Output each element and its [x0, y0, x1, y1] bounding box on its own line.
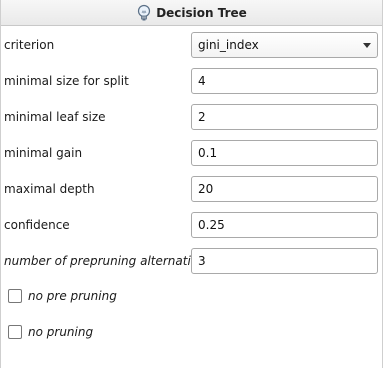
- panel-title: Decision Tree: [156, 5, 247, 20]
- no-pre-pruning-row[interactable]: no pre pruning: [1, 285, 382, 309]
- confidence-input[interactable]: 0.25: [191, 212, 378, 238]
- no-pre-pruning-checkbox[interactable]: [8, 289, 22, 303]
- no-pre-pruning-label[interactable]: no pre pruning: [28, 289, 117, 303]
- max-depth-input[interactable]: 20: [191, 176, 378, 202]
- param-row-confidence: confidence 0.25: [1, 211, 382, 239]
- decision-tree-parameters-panel: Decision Tree criterion gini_index minim…: [0, 0, 383, 368]
- param-row-min-gain: minimal gain 0.1: [1, 139, 382, 167]
- no-pruning-row[interactable]: no pruning: [1, 321, 382, 345]
- param-row-max-depth: maximal depth 20: [1, 175, 382, 203]
- criterion-selected-value: gini_index: [198, 38, 259, 52]
- param-row-min-leaf: minimal leaf size 2: [1, 103, 382, 131]
- param-row-min-split: minimal size for split 4: [1, 67, 382, 95]
- criterion-dropdown[interactable]: gini_index: [191, 32, 378, 58]
- min-leaf-input[interactable]: 2: [191, 104, 378, 130]
- criterion-label: criterion: [4, 38, 55, 52]
- min-gain-label: minimal gain: [4, 146, 83, 160]
- min-split-label: minimal size for split: [4, 74, 129, 88]
- panel-header: Decision Tree: [1, 0, 382, 26]
- prepruning-alternatives-label: number of prepruning alternativ...: [4, 254, 209, 268]
- min-leaf-label: minimal leaf size: [4, 110, 106, 124]
- no-pruning-label[interactable]: no pruning: [28, 325, 93, 339]
- chevron-down-icon[interactable]: [363, 43, 371, 48]
- min-gain-input[interactable]: 0.1: [191, 140, 378, 166]
- lightbulb-icon: [136, 4, 152, 22]
- confidence-label: confidence: [4, 218, 70, 232]
- param-row-prepruning-alternatives: number of prepruning alternativ... 3: [1, 247, 382, 275]
- param-row-criterion: criterion gini_index: [1, 31, 382, 59]
- min-split-input[interactable]: 4: [191, 68, 378, 94]
- no-pruning-checkbox[interactable]: [8, 325, 22, 339]
- prepruning-alternatives-input[interactable]: 3: [191, 248, 378, 274]
- max-depth-label: maximal depth: [4, 182, 95, 196]
